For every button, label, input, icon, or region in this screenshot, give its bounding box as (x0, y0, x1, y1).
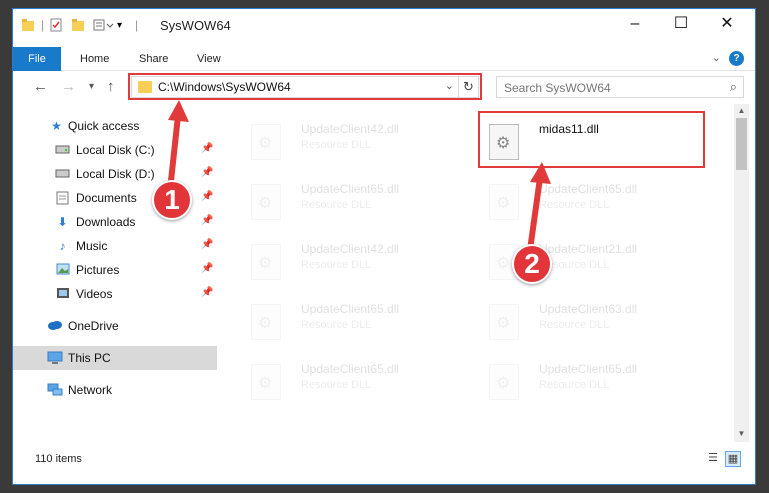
arrow-1 (167, 115, 181, 191)
step-2-badge: 2 (512, 244, 552, 284)
arrow-2-head (530, 162, 551, 184)
annotation-arrows (167, 100, 551, 251)
arrow-2 (527, 177, 543, 251)
step-1-badge: 1 (152, 180, 192, 220)
arrow-1-head (168, 100, 189, 122)
